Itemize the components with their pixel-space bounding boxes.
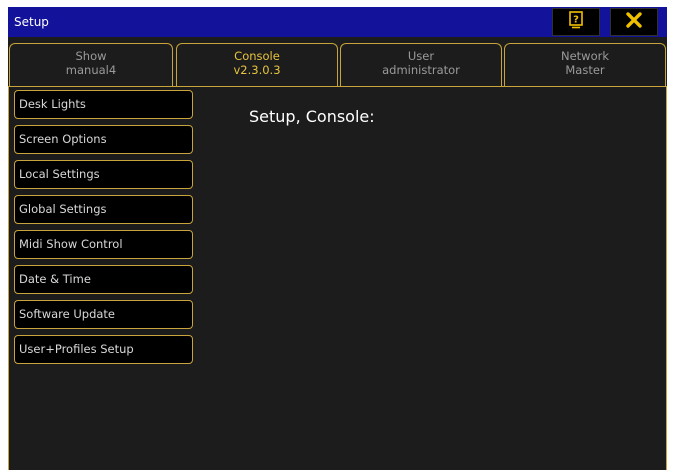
setup-window: Setup ? Show manual4 Console v2.3.0.3 Us… (8, 7, 667, 470)
menu-global-settings[interactable]: Global Settings (14, 195, 193, 224)
page-heading: Setup, Console: (249, 107, 375, 126)
tab-network-line2: Master (565, 63, 605, 77)
tab-show-line1: Show (75, 49, 107, 63)
help-button[interactable]: ? (552, 8, 600, 36)
tab-console[interactable]: Console v2.3.0.3 (176, 43, 338, 86)
tab-console-line2: v2.3.0.3 (233, 63, 281, 77)
tab-user-line1: User (407, 49, 435, 63)
window-title: Setup (14, 15, 49, 29)
close-button[interactable] (610, 8, 658, 36)
menu-local-settings[interactable]: Local Settings (14, 160, 193, 189)
tab-user-line2: administrator (382, 63, 460, 77)
menu-date-time[interactable]: Date & Time (14, 265, 193, 294)
menu-software-update[interactable]: Software Update (14, 300, 193, 329)
svg-text:?: ? (573, 15, 579, 26)
menu-user-profiles-setup[interactable]: User+Profiles Setup (14, 335, 193, 364)
menu-desk-lights[interactable]: Desk Lights (14, 90, 193, 119)
tab-user[interactable]: User administrator (340, 43, 502, 86)
tab-show-line2: manual4 (65, 63, 117, 77)
setup-tabs: Show manual4 Console v2.3.0.3 User admin… (8, 43, 667, 88)
tab-network[interactable]: Network Master (504, 43, 666, 86)
tab-console-line1: Console (234, 49, 280, 63)
close-x-icon (625, 11, 643, 33)
tab-show[interactable]: Show manual4 (9, 43, 173, 86)
question-icon: ? (568, 11, 584, 33)
title-bar: Setup ? (8, 7, 667, 37)
tab-network-line1: Network (560, 49, 610, 63)
menu-screen-options[interactable]: Screen Options (14, 125, 193, 154)
menu-midi-show-control[interactable]: Midi Show Control (14, 230, 193, 259)
